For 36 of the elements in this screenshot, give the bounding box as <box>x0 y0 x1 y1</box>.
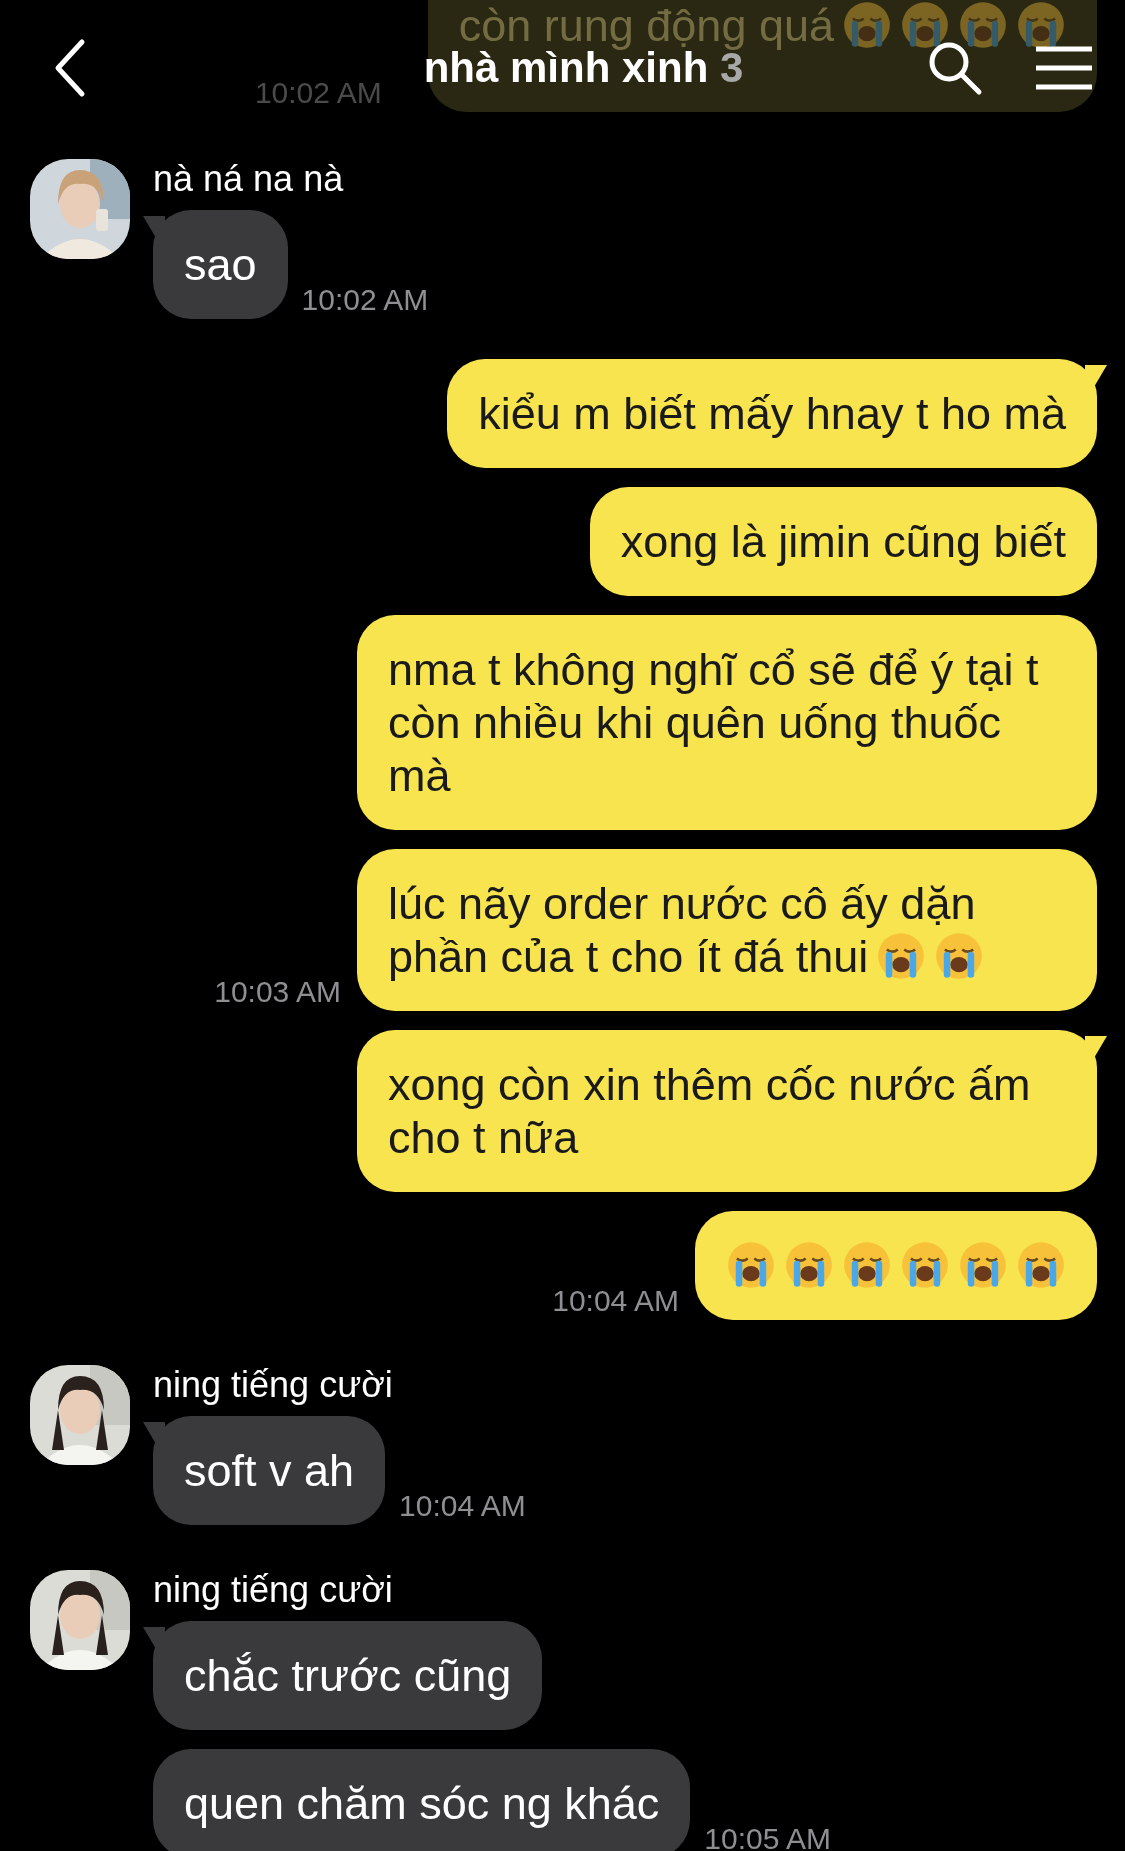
bubble-tail <box>143 216 165 238</box>
crying-face-icon <box>784 1240 834 1290</box>
message-bubble: chắc trước cũng <box>153 1621 543 1730</box>
menu-icon[interactable] <box>1033 44 1095 91</box>
timestamp: 10:02 AM <box>301 285 429 318</box>
bubble-tail <box>1085 1036 1107 1058</box>
message-bubble: nma t không nghĩ cổ sẽ để ý tại t còn nhiều khi quên uống thuốc mà <box>357 615 1097 830</box>
timestamp: 10:02 AM <box>254 78 382 111</box>
timestamp: 10:04 AM <box>552 1286 679 1319</box>
crying-face-icon <box>900 1240 950 1290</box>
message-bubble: xong là jimin cũng biết <box>589 487 1097 596</box>
bubble-tail <box>143 1627 165 1649</box>
crying-face-icon <box>958 1240 1008 1290</box>
crying-face-icon <box>1016 1240 1066 1290</box>
crying-face-icon <box>1016 0 1066 50</box>
bubble-tail <box>1085 365 1107 387</box>
timestamp: 10:04 AM <box>399 1491 526 1524</box>
crying-face-icon <box>934 931 985 981</box>
crying-face-icon <box>900 0 950 50</box>
message-bubble: kiểu m biết mấy hnay t ho mà <box>447 359 1097 468</box>
crying-face-icon <box>842 1240 892 1290</box>
crying-face-icon <box>958 0 1008 50</box>
sender-name: ning tiếng cười <box>153 1570 394 1610</box>
timestamp: 10:05 AM <box>704 1824 832 1851</box>
message-bubble: lúc nãy order nước cô ấy dặn phần của t cho ít đá thui <box>357 849 1097 1011</box>
crying-face-icon <box>842 0 892 50</box>
message-bubble: sao <box>153 210 288 319</box>
crying-face-icon <box>726 1240 776 1290</box>
timestamp: 10:03 AM <box>214 977 341 1010</box>
message-bubble: soft v ah <box>153 1416 386 1525</box>
message-bubble: xong còn xin thêm cốc nước ấm cho t nữa <box>357 1030 1097 1192</box>
message-bubble: quen chăm sóc ng khác <box>153 1749 691 1851</box>
sender-name: nà ná na nà <box>153 159 345 199</box>
sender-name: ning tiếng cười <box>153 1365 394 1405</box>
crying-face-icon <box>876 931 927 981</box>
bubble-tail <box>143 1422 165 1444</box>
